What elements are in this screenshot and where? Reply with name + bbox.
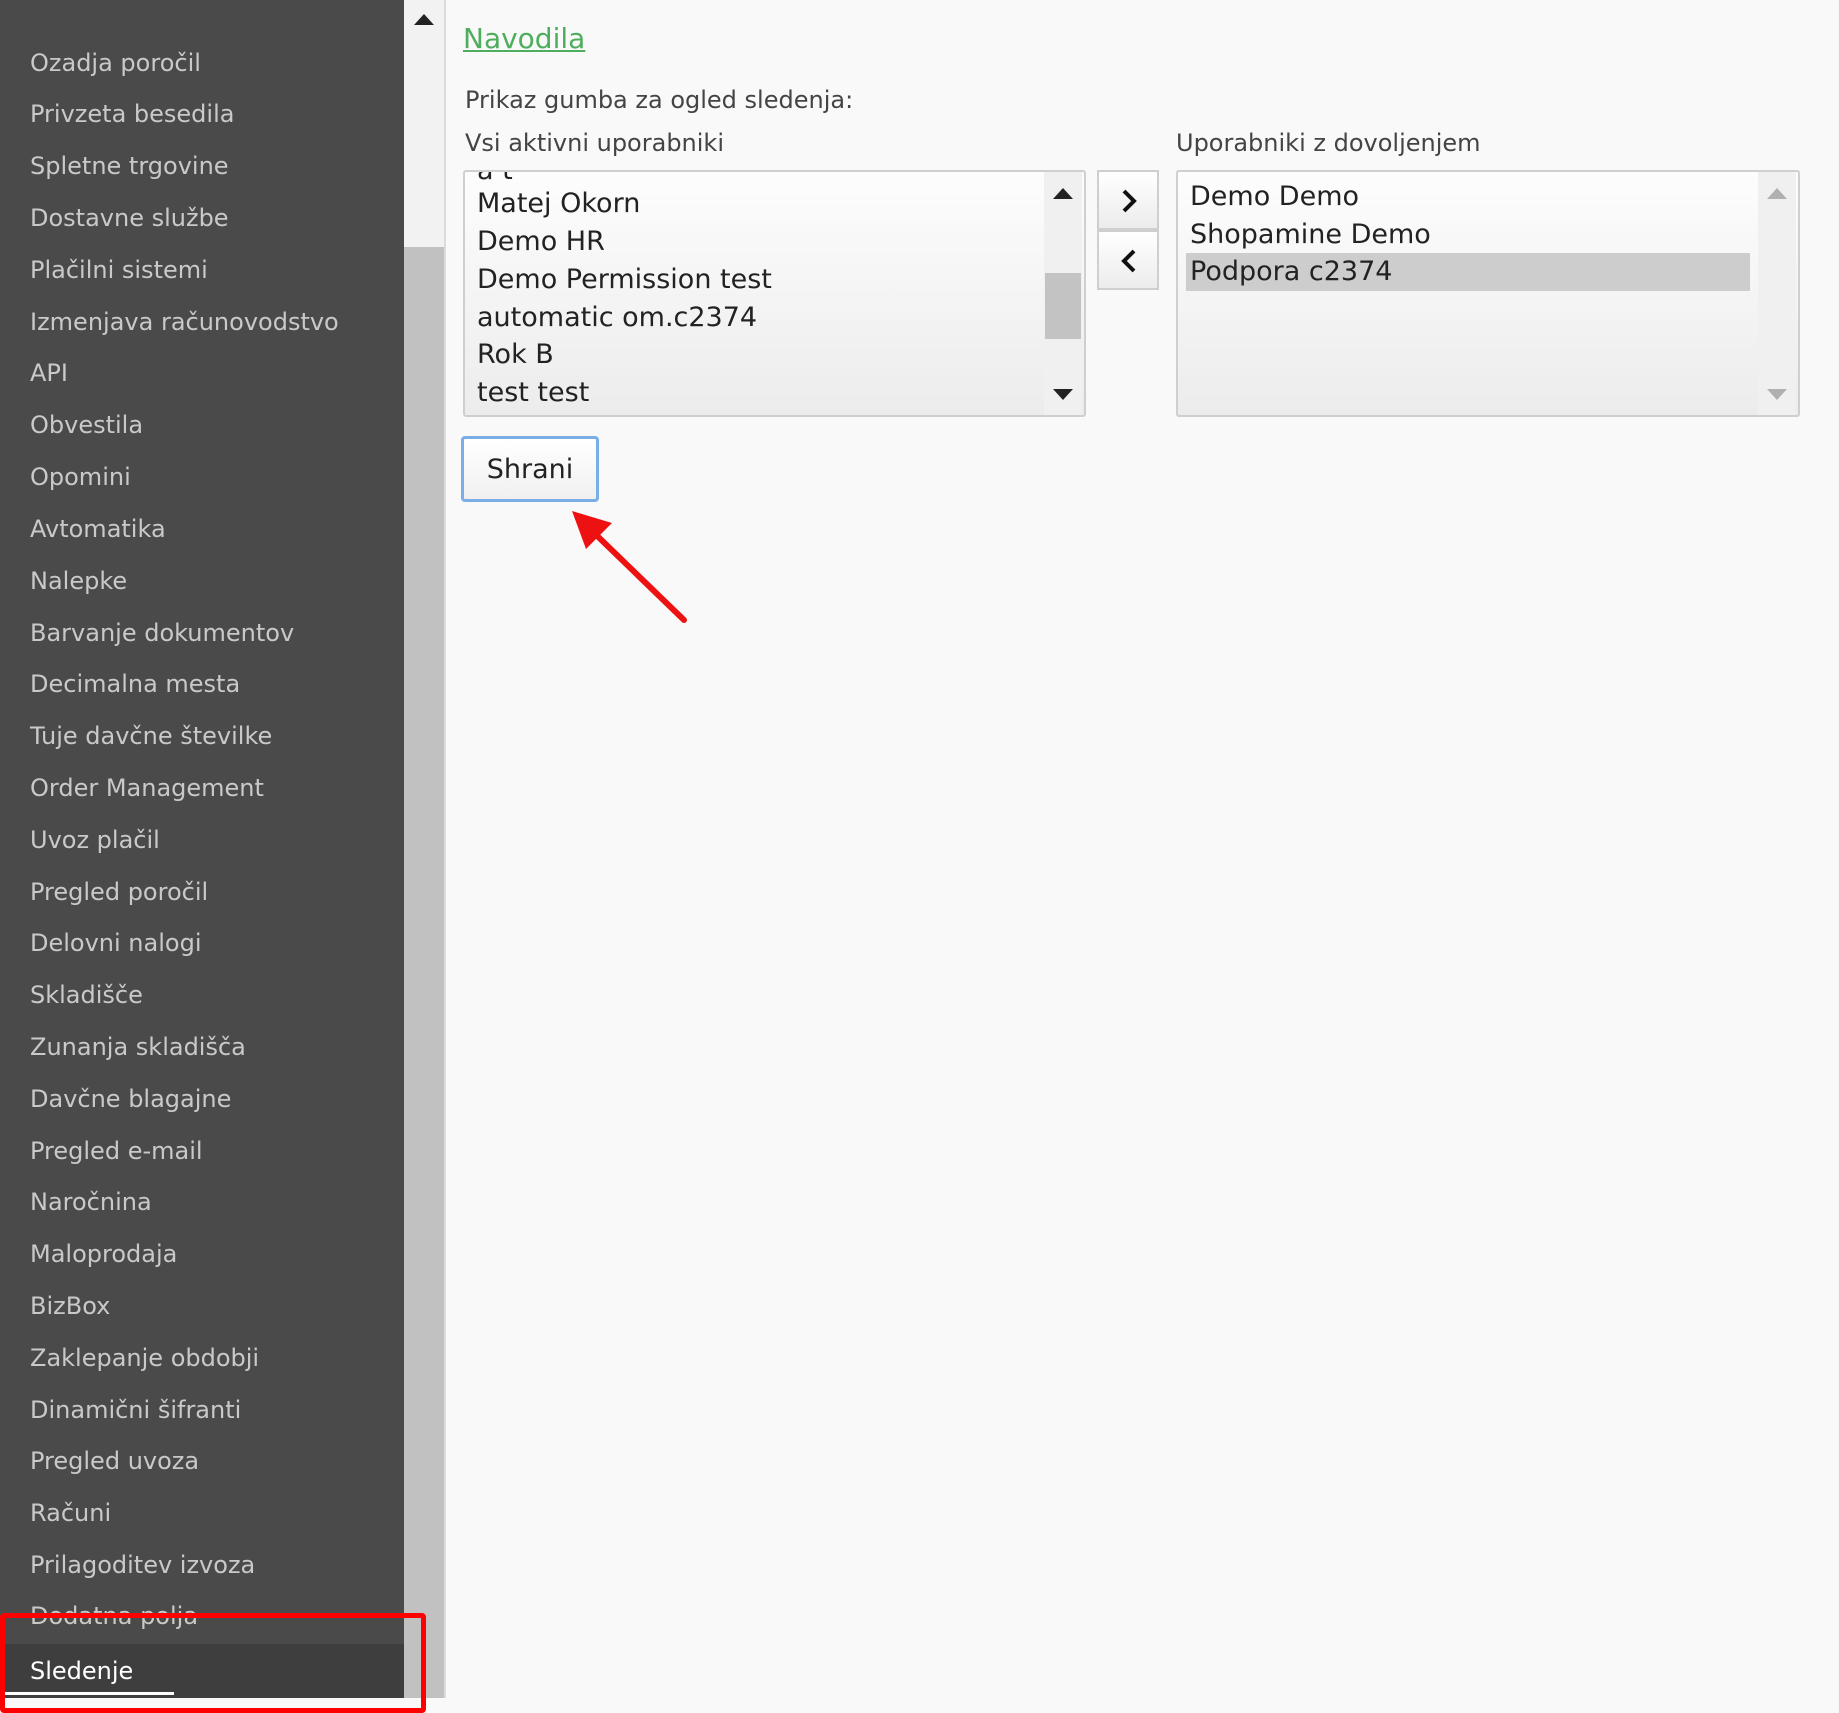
chevron-left-icon — [1121, 249, 1136, 273]
list-item[interactable]: Demo HR — [477, 223, 605, 261]
sidebar-item-maloprodaja[interactable]: Maloprodaja — [30, 1234, 177, 1274]
scroll-up-arrow-icon[interactable] — [414, 14, 434, 25]
sidebar-item-dodatna-polja[interactable]: Dodatna polja — [30, 1596, 198, 1636]
section-label: Prikaz gumba za ogled sledenja: — [465, 86, 854, 114]
sidebar-item-api[interactable]: API — [30, 353, 68, 393]
sidebar-scrollbar-thumb[interactable] — [404, 247, 445, 1698]
sidebar-item-prilagoditev-izvoza[interactable]: Prilagoditev izvoza — [30, 1545, 255, 1585]
permitted-users-scrollbar[interactable] — [1758, 172, 1796, 415]
list-item[interactable]: Matej Okorn — [477, 185, 640, 223]
sidebar-item-pregled-porocil[interactable]: Pregled poročil — [30, 872, 208, 912]
sidebar-divider — [444, 0, 446, 1698]
chevron-right-icon — [1122, 189, 1137, 213]
sidebar-item-bizbox[interactable]: BizBox — [30, 1286, 110, 1326]
sidebar-item-dinamicni-sifranti[interactable]: Dinamični šifranti — [30, 1390, 241, 1430]
sidebar-item-dostavne-sluzbe[interactable]: Dostavne službe — [30, 198, 229, 238]
sidebar-item-privzeta-besedila[interactable]: Privzeta besedila — [30, 94, 234, 134]
sidebar-item-order-management[interactable]: Order Management — [30, 768, 264, 808]
move-right-button[interactable] — [1097, 170, 1159, 230]
pointer-arrow-icon — [572, 511, 687, 623]
sidebar-item-racuni[interactable]: Računi — [30, 1493, 111, 1533]
scroll-down-arrow-icon[interactable] — [1767, 389, 1787, 400]
sidebar-item-spletne-trgovine[interactable]: Spletne trgovine — [30, 146, 229, 186]
sidebar-item-decimalna-mesta[interactable]: Decimalna mesta — [30, 664, 240, 704]
all-users-scrollbar-thumb[interactable] — [1045, 273, 1081, 339]
sidebar-item-sledenje[interactable]: Sledenje — [0, 1644, 404, 1698]
sidebar-scrollbar[interactable] — [404, 0, 445, 1698]
sidebar: Ozadja poročil Privzeta besedila Spletne… — [0, 0, 404, 1698]
all-users-label: Vsi aktivni uporabniki — [465, 129, 724, 157]
scroll-up-arrow-icon[interactable] — [1053, 188, 1073, 199]
sidebar-item-nalepke[interactable]: Nalepke — [30, 561, 127, 601]
all-users-listbox[interactable]: a t Matej Okorn Demo HR Demo Permission … — [463, 170, 1086, 417]
sidebar-item-izmenjava-racunovodstvo[interactable]: Izmenjava računovodstvo — [30, 302, 339, 342]
sidebar-item-pregled-e-mail[interactable]: Pregled e-mail — [30, 1131, 203, 1171]
sidebar-item-placilni-sistemi[interactable]: Plačilni sistemi — [30, 250, 208, 290]
sidebar-item-tuje-davcne-stevilke[interactable]: Tuje davčne številke — [30, 716, 272, 756]
sidebar-item-avtomatika[interactable]: Avtomatika — [30, 509, 166, 549]
list-item[interactable]: Rok B — [477, 336, 554, 374]
sidebar-item-skladisce[interactable]: Skladišče — [30, 975, 143, 1015]
save-button[interactable]: Shrani — [461, 436, 599, 502]
list-item-selected[interactable]: Podpora c2374 — [1186, 253, 1750, 291]
all-users-scrollbar[interactable] — [1044, 172, 1082, 415]
list-item[interactable]: automatic om.c2374 — [477, 299, 757, 337]
list-item[interactable]: Demo Demo — [1190, 178, 1359, 216]
sidebar-item-ozadja-porocil[interactable]: Ozadja poročil — [30, 43, 201, 83]
sidebar-item-zaklepanje-obdobji[interactable]: Zaklepanje obdobji — [30, 1338, 259, 1378]
scroll-down-arrow-icon[interactable] — [1053, 389, 1073, 400]
sidebar-item-opomini[interactable]: Opomini — [30, 457, 131, 497]
permitted-users-listbox[interactable]: Demo Demo Shopamine Demo Podpora c2374 — [1176, 170, 1800, 417]
move-left-button[interactable] — [1097, 230, 1159, 290]
list-item[interactable]: Demo Permission test — [477, 261, 772, 299]
list-item[interactable]: Shopamine Demo — [1190, 216, 1431, 254]
sidebar-item-uvoz-placil[interactable]: Uvoz plačil — [30, 820, 160, 860]
permitted-users-label: Uporabniki z dovoljenjem — [1176, 129, 1481, 157]
navodila-link[interactable]: Navodila — [463, 22, 585, 55]
sidebar-item-barvanje-dokumentov[interactable]: Barvanje dokumentov — [30, 613, 294, 653]
sidebar-item-pregled-uvoza[interactable]: Pregled uvoza — [30, 1441, 199, 1481]
sidebar-item-davcne-blagajne[interactable]: Davčne blagajne — [30, 1079, 231, 1119]
sidebar-item-narocnina[interactable]: Naročnina — [30, 1182, 152, 1222]
list-item[interactable]: test test — [477, 374, 589, 412]
sidebar-item-obvestila[interactable]: Obvestila — [30, 405, 143, 445]
active-item-underline — [0, 1692, 174, 1695]
sidebar-item-zunanja-skladisca[interactable]: Zunanja skladišča — [30, 1027, 246, 1067]
sidebar-item-delovni-nalogi[interactable]: Delovni nalogi — [30, 923, 201, 963]
scroll-up-arrow-icon[interactable] — [1767, 188, 1787, 199]
